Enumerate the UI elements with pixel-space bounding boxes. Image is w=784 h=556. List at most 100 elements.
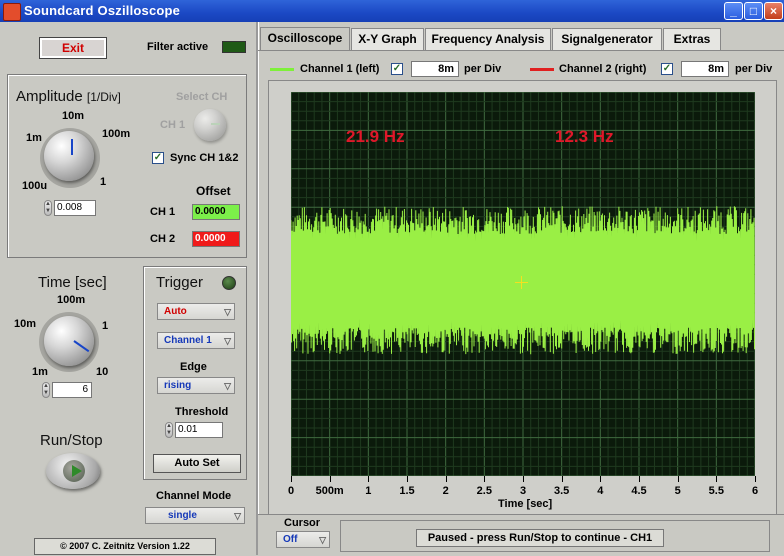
tab-xy-graph[interactable]: X-Y Graph (351, 28, 424, 50)
ch1-color-swatch (270, 68, 294, 71)
x-tick-mark (639, 476, 640, 482)
chevron-down-icon: ▽ (224, 336, 231, 346)
exit-button[interactable]: Exit (39, 37, 107, 59)
trigger-led (222, 276, 236, 290)
amplitude-title: Amplitude [1/Div] (16, 88, 121, 105)
ch1-checkbox[interactable]: ✓ (391, 63, 403, 75)
threshold-label: Threshold (175, 406, 229, 418)
amp-tick-100u: 100u (22, 180, 48, 192)
x-tick-mark (600, 476, 602, 482)
trigger-title: Trigger (156, 274, 203, 291)
threshold-input[interactable]: 0.01 (175, 422, 223, 438)
x-tick-label: 1 (365, 485, 372, 497)
divider (256, 22, 259, 555)
close-icon[interactable]: × (764, 2, 783, 20)
x-tick-mark (484, 476, 486, 482)
ch2-scale-input[interactable]: 8m (681, 61, 729, 77)
ch2-label: Channel 2 (right) (559, 63, 647, 75)
x-tick-label: 4.5 (631, 485, 647, 497)
crosshair-cursor-icon[interactable] (515, 276, 528, 289)
time-tick-1: 1 (102, 320, 109, 332)
x-tick-label: 5 (674, 485, 681, 497)
chevron-down-icon: ▽ (224, 381, 231, 391)
sync-label: Sync CH 1&2 (170, 152, 239, 164)
window-title: Soundcard Oszilloscope (24, 3, 181, 18)
time-tick-1m: 1m (32, 366, 48, 378)
amplitude-value-input[interactable]: 0.008 (54, 200, 96, 216)
trigger-panel (143, 266, 247, 480)
offset-ch1-input[interactable]: 0.0000 (192, 204, 240, 220)
run-stop-label: Run/Stop (40, 432, 103, 449)
app-icon (3, 3, 21, 21)
maximize-icon[interactable]: □ (744, 2, 763, 20)
tab-extras[interactable]: Extras (663, 28, 721, 50)
select-ch-knob[interactable] (194, 109, 226, 141)
run-stop-button[interactable] (46, 453, 100, 489)
x-tick-mark (368, 476, 370, 482)
ch2-per-div: per Div (735, 63, 773, 75)
offset-title: Offset (196, 184, 231, 198)
channel-mode-label: Channel Mode (156, 490, 232, 502)
x-tick-label: 3.5 (554, 485, 570, 497)
filter-led (222, 41, 246, 53)
ch2-frequency-readout: 12.3 Hz (555, 127, 614, 146)
minimize-icon[interactable]: _ (724, 2, 743, 20)
x-tick-label: 6 (751, 485, 759, 497)
ch2-checkbox[interactable]: ✓ (661, 63, 673, 75)
ch1-frequency-readout: 21.9 Hz (346, 127, 405, 146)
time-tick-10: 10 (96, 366, 109, 378)
cursor-label: Cursor (284, 517, 321, 529)
chevron-down-icon: ▽ (234, 511, 241, 521)
cursor-dropdown[interactable]: Off ▽ (276, 531, 330, 548)
threshold-spinner[interactable]: ▲ ▼ (165, 422, 173, 438)
offset-ch2-label: CH 2 (150, 233, 176, 245)
select-ch-value: CH 1 (160, 119, 186, 131)
x-tick-label: 1.5 (399, 485, 415, 497)
ch1-scale-input[interactable]: 8m (411, 61, 459, 77)
x-tick-label: 4 (597, 485, 604, 497)
x-tick-mark (407, 476, 408, 482)
amp-tick-1m: 1m (26, 132, 42, 144)
x-tick-mark (523, 476, 524, 482)
channel-mode-dropdown[interactable]: single ▽ (145, 507, 245, 524)
status-message: Paused - press Run/Stop to continue - CH… (416, 529, 664, 547)
ch1-label: Channel 1 (left) (300, 63, 380, 75)
x-tick-mark (329, 476, 331, 482)
copyright-label: © 2007 C. Zeitnitz Version 1.22 (34, 538, 216, 555)
tab-signalgenerator[interactable]: Signalgenerator (552, 28, 662, 50)
x-axis-label: Time [sec] (498, 498, 553, 510)
tab-frequency-analysis[interactable]: Frequency Analysis (425, 28, 551, 50)
auto-set-button[interactable]: Auto Set (153, 454, 241, 473)
amplitude-knob[interactable] (44, 131, 94, 181)
filter-active-label: Filter active (147, 41, 209, 53)
edge-dropdown[interactable]: rising ▽ (157, 377, 235, 394)
x-tick-label: 2 (442, 485, 449, 497)
x-tick-mark (561, 476, 563, 482)
amplitude-spinner[interactable]: ▲ ▼ (44, 200, 52, 216)
offset-ch1-label: CH 1 (150, 206, 176, 218)
offset-ch2-input[interactable]: 0.0000 (192, 231, 240, 247)
x-tick-label: 3 (519, 485, 527, 497)
sync-checkbox[interactable]: ✓ (152, 152, 164, 164)
select-ch-label: Select CH (176, 91, 228, 103)
play-icon (72, 465, 82, 477)
ch2-color-swatch (530, 68, 554, 71)
time-spinner[interactable]: ▲ ▼ (42, 382, 50, 398)
trigger-mode-dropdown[interactable]: Auto ▽ (157, 303, 235, 320)
time-value-input[interactable]: 6 (52, 382, 92, 398)
amp-tick-1: 1 (100, 176, 107, 188)
x-tick-label: 2.5 (476, 485, 492, 497)
tab-oscilloscope[interactable]: Oscilloscope (260, 27, 350, 51)
chevron-down-icon: ▽ (319, 535, 326, 545)
edge-label: Edge (180, 361, 207, 373)
x-tick-label: 0 (287, 485, 295, 497)
amp-tick-10m: 10m (62, 110, 85, 122)
amp-tick-100m: 100m (102, 128, 131, 140)
x-tick-mark (677, 476, 679, 482)
time-tick-10m: 10m (14, 318, 37, 330)
time-knob[interactable] (44, 316, 94, 366)
trigger-channel-dropdown[interactable]: Channel 1 ▽ (157, 332, 235, 349)
x-tick-mark (445, 476, 447, 482)
x-tick-label: 500m (315, 485, 344, 497)
time-title: Time [sec] (38, 274, 107, 291)
